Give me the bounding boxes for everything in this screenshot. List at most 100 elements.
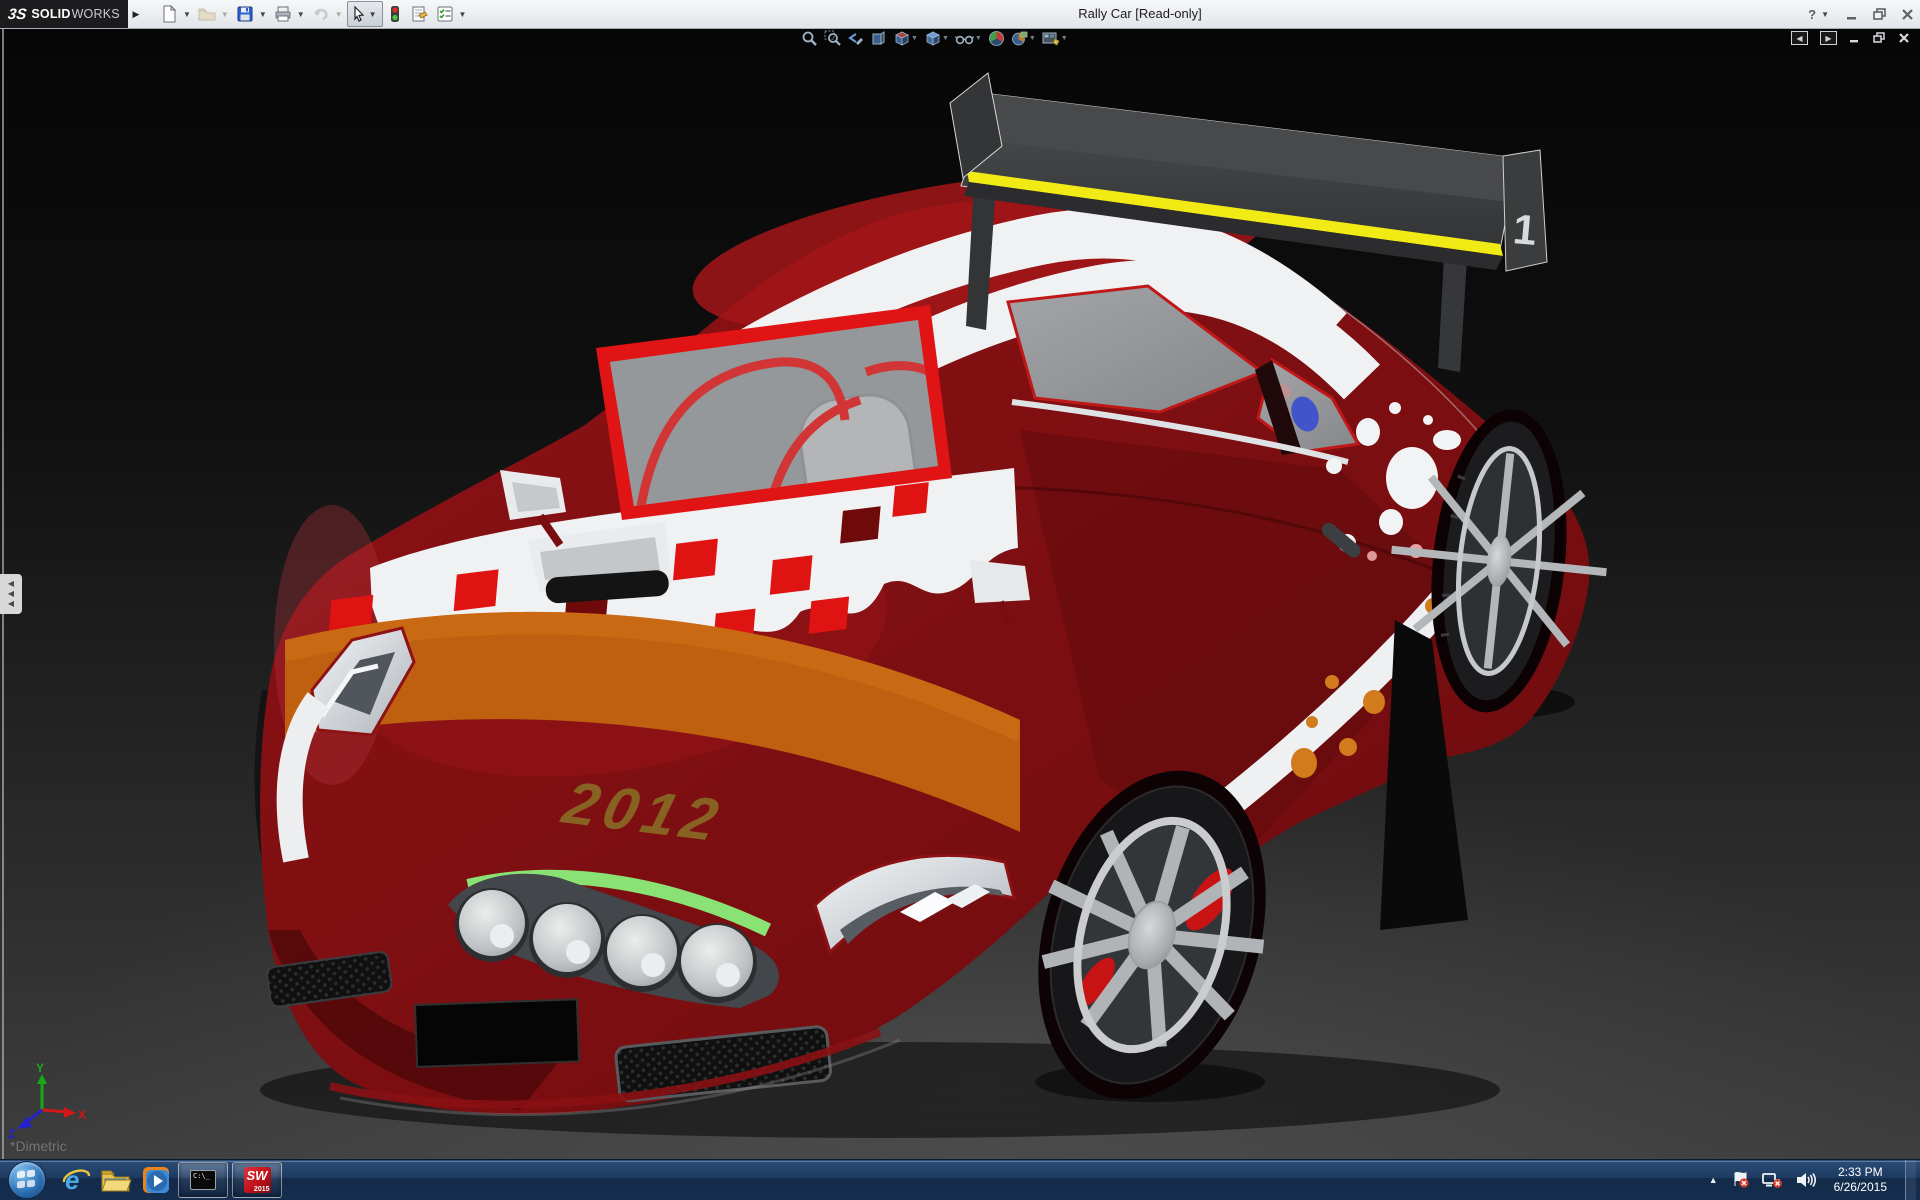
view-orientation-label: *Dimetric [10, 1138, 67, 1154]
command-prompt-icon: C:\_ [190, 1170, 216, 1190]
wing-number: 1 [1511, 205, 1538, 254]
taskbar-item-command-prompt[interactable]: C:\_ [178, 1162, 228, 1198]
close-button[interactable] [1901, 8, 1914, 21]
apply-scene-button[interactable]: ▼ [1010, 29, 1037, 48]
eyeglasses-icon [955, 30, 974, 47]
clock-time: 2:33 PM [1834, 1165, 1887, 1180]
print-dropdown[interactable]: ▼ [297, 10, 305, 19]
view-settings-button[interactable]: ▼ [1041, 29, 1069, 48]
zoom-to-area-button[interactable] [823, 29, 842, 48]
triad-y-label: Y [36, 1061, 44, 1075]
pane-right-icon[interactable]: ▶ [1820, 31, 1837, 45]
collapse-arrow-icon: ◀ [8, 579, 14, 589]
select-dropdown[interactable]: ▼ [369, 10, 377, 19]
open-button[interactable] [195, 1, 219, 27]
restore-button[interactable] [1873, 8, 1887, 21]
undo-dropdown[interactable]: ▼ [335, 10, 343, 19]
previous-view-icon [847, 30, 864, 47]
menu-flyout-button[interactable]: ▶ [130, 3, 142, 25]
hide-show-items-button[interactable]: ▼ [954, 29, 983, 48]
zoom-to-fit-icon [801, 30, 818, 47]
wing-endplate-right: 1 [1503, 150, 1547, 271]
undo-button[interactable] [309, 1, 333, 27]
file-properties-icon [410, 5, 428, 23]
view-settings-icon [1042, 30, 1060, 47]
solidworks-logo: 3S SOLID WORKS [0, 0, 128, 28]
feature-manager-collapsed-tab[interactable]: ◀ ◀ ◀ [0, 574, 22, 614]
show-hidden-icons-button[interactable]: ▲ [1709, 1175, 1718, 1185]
edit-appearance-button[interactable] [987, 29, 1006, 48]
volume-icon[interactable] [1796, 1171, 1816, 1189]
collapse-arrow-icon: ◀ [8, 589, 14, 599]
taskbar-item-internet-explorer[interactable]: e [56, 1160, 96, 1200]
section-view-button[interactable] [869, 29, 888, 48]
start-button[interactable] [8, 1161, 46, 1199]
pane-left-icon[interactable]: ◀ [1791, 31, 1808, 45]
display-style-dropdown[interactable]: ▼ [942, 35, 949, 42]
heads-up-view-toolbar: ▼ ▼ ▼ ▼ ▼ [800, 29, 1069, 48]
options-dropdown[interactable]: ▼ [459, 10, 467, 19]
options-checklist-icon [436, 5, 454, 23]
internet-explorer-icon: e [61, 1165, 91, 1195]
undo-icon [312, 5, 330, 23]
print-icon [274, 5, 292, 23]
media-player-icon [141, 1165, 171, 1195]
network-disconnected-icon[interactable] [1762, 1171, 1784, 1189]
document-window-controls: ◀ ▶ [1791, 31, 1910, 45]
apply-scene-icon [1011, 30, 1028, 47]
help-button[interactable]: ? [1808, 7, 1816, 22]
windows-taskbar: e C:\_ SW 2015 ▲ [0, 1159, 1920, 1200]
view-orientation-dropdown[interactable]: ▼ [911, 35, 918, 42]
section-view-icon [870, 30, 887, 47]
zoom-to-area-icon [824, 30, 841, 47]
open-dropdown[interactable]: ▼ [221, 10, 229, 19]
system-tray: ▲ 2:33 PM 6/26/2015 [1709, 1160, 1920, 1200]
show-desktop-button[interactable] [1905, 1160, 1916, 1200]
taskbar-item-windows-media-player[interactable] [136, 1160, 176, 1200]
taskbar-clock[interactable]: 2:33 PM 6/26/2015 [1834, 1165, 1887, 1195]
collapse-arrow-icon: ◀ [8, 599, 14, 609]
print-button[interactable] [271, 1, 295, 27]
hide-show-items-dropdown[interactable]: ▼ [975, 35, 982, 42]
select-button[interactable]: ▼ [347, 1, 383, 27]
minimize-button[interactable] [1846, 8, 1859, 21]
options-button[interactable] [433, 1, 457, 27]
doc-close-button[interactable] [1898, 32, 1910, 44]
doc-minimize-button[interactable] [1849, 32, 1861, 44]
display-style-button[interactable]: ▼ [923, 29, 950, 48]
display-style-icon [924, 30, 941, 47]
new-button[interactable] [157, 1, 181, 27]
help-dropdown[interactable]: ▼ [1821, 10, 1829, 19]
triad-x-label: X [78, 1108, 86, 1122]
license-plate [415, 999, 579, 1067]
viewport-canvas[interactable]: 2012 [0, 0, 1920, 1200]
svg-text:e: e [65, 1165, 79, 1195]
save-floppy-icon [236, 5, 254, 23]
view-orientation-button[interactable]: ▼ [892, 29, 919, 48]
zoom-to-fit-button[interactable] [800, 29, 819, 48]
action-center-icon[interactable] [1730, 1171, 1750, 1189]
dassault-3ds-icon: 3S [7, 6, 28, 23]
rebuild-traffic-light-icon [388, 5, 402, 23]
doc-restore-button[interactable] [1873, 32, 1886, 44]
rebuild-button[interactable] [385, 1, 405, 27]
appearance-ball-icon [988, 30, 1005, 47]
taskbar-item-solidworks-2015[interactable]: SW 2015 [232, 1162, 282, 1198]
select-cursor-icon [350, 5, 368, 23]
window-title: Rally Car [Read-only] [1010, 0, 1270, 28]
save-button[interactable] [233, 1, 257, 27]
new-dropdown[interactable]: ▼ [183, 10, 191, 19]
save-dropdown[interactable]: ▼ [259, 10, 267, 19]
open-folder-icon [198, 5, 216, 23]
clock-date: 6/26/2015 [1834, 1180, 1887, 1195]
view-orientation-icon [893, 30, 910, 47]
taskbar-item-windows-explorer[interactable] [96, 1160, 136, 1200]
new-document-icon [160, 5, 178, 23]
apply-scene-dropdown[interactable]: ▼ [1029, 35, 1036, 42]
folder-icon [100, 1166, 132, 1194]
title-bar: 3S SOLID WORKS ▶ ▼ ▼ ▼ ▼ ▼ ▼ [0, 0, 1920, 29]
previous-view-button[interactable] [846, 29, 865, 48]
solidworks-2015-icon: SW 2015 [244, 1167, 271, 1193]
view-settings-dropdown[interactable]: ▼ [1061, 35, 1068, 42]
file-properties-button[interactable] [407, 1, 431, 27]
